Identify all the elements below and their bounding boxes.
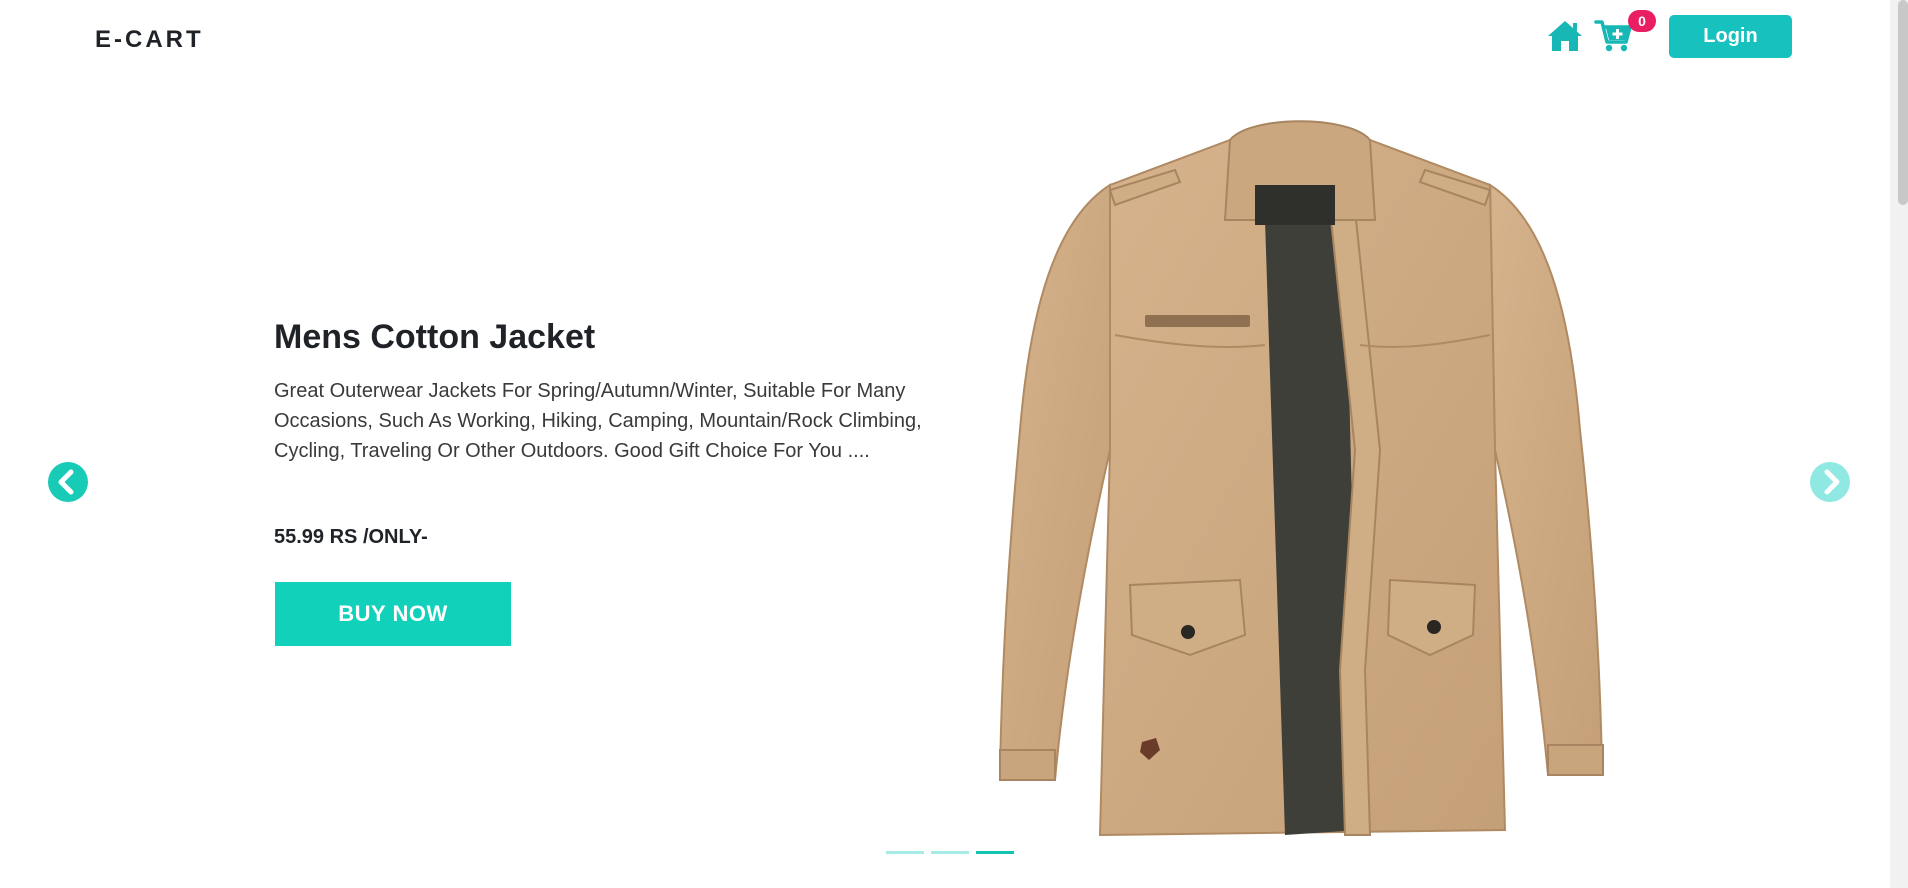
carousel-prev-button[interactable] [48, 462, 88, 502]
scrollbar-thumb[interactable] [1898, 0, 1908, 205]
carousel-indicator[interactable] [976, 851, 1014, 854]
cart-count-badge: 0 [1628, 10, 1656, 32]
carousel-indicator[interactable] [931, 851, 969, 854]
buy-now-button[interactable]: BUY NOW [275, 582, 511, 646]
carousel-next-button[interactable] [1810, 462, 1850, 502]
product-image [998, 120, 1604, 837]
home-link[interactable] [1546, 18, 1584, 54]
product-description: Great Outerwear Jackets For Spring/Autum… [274, 380, 922, 462]
chevron-right-icon [1824, 469, 1840, 495]
chevron-left-icon [58, 469, 74, 495]
navbar: E-CART 0 Login [0, 0, 1890, 80]
carousel-indicator[interactable] [886, 851, 924, 854]
page: E-CART 0 Login Mens Cotton Jacket Great … [0, 0, 1908, 888]
home-icon [1548, 21, 1582, 51]
product-title: Mens Cotton Jacket [274, 318, 596, 356]
login-button[interactable]: Login [1669, 15, 1792, 58]
brand-logo[interactable]: E-CART [95, 26, 204, 54]
product-price: 55.99 RS /ONLY- [274, 526, 428, 548]
vertical-scrollbar[interactable] [1890, 0, 1908, 888]
